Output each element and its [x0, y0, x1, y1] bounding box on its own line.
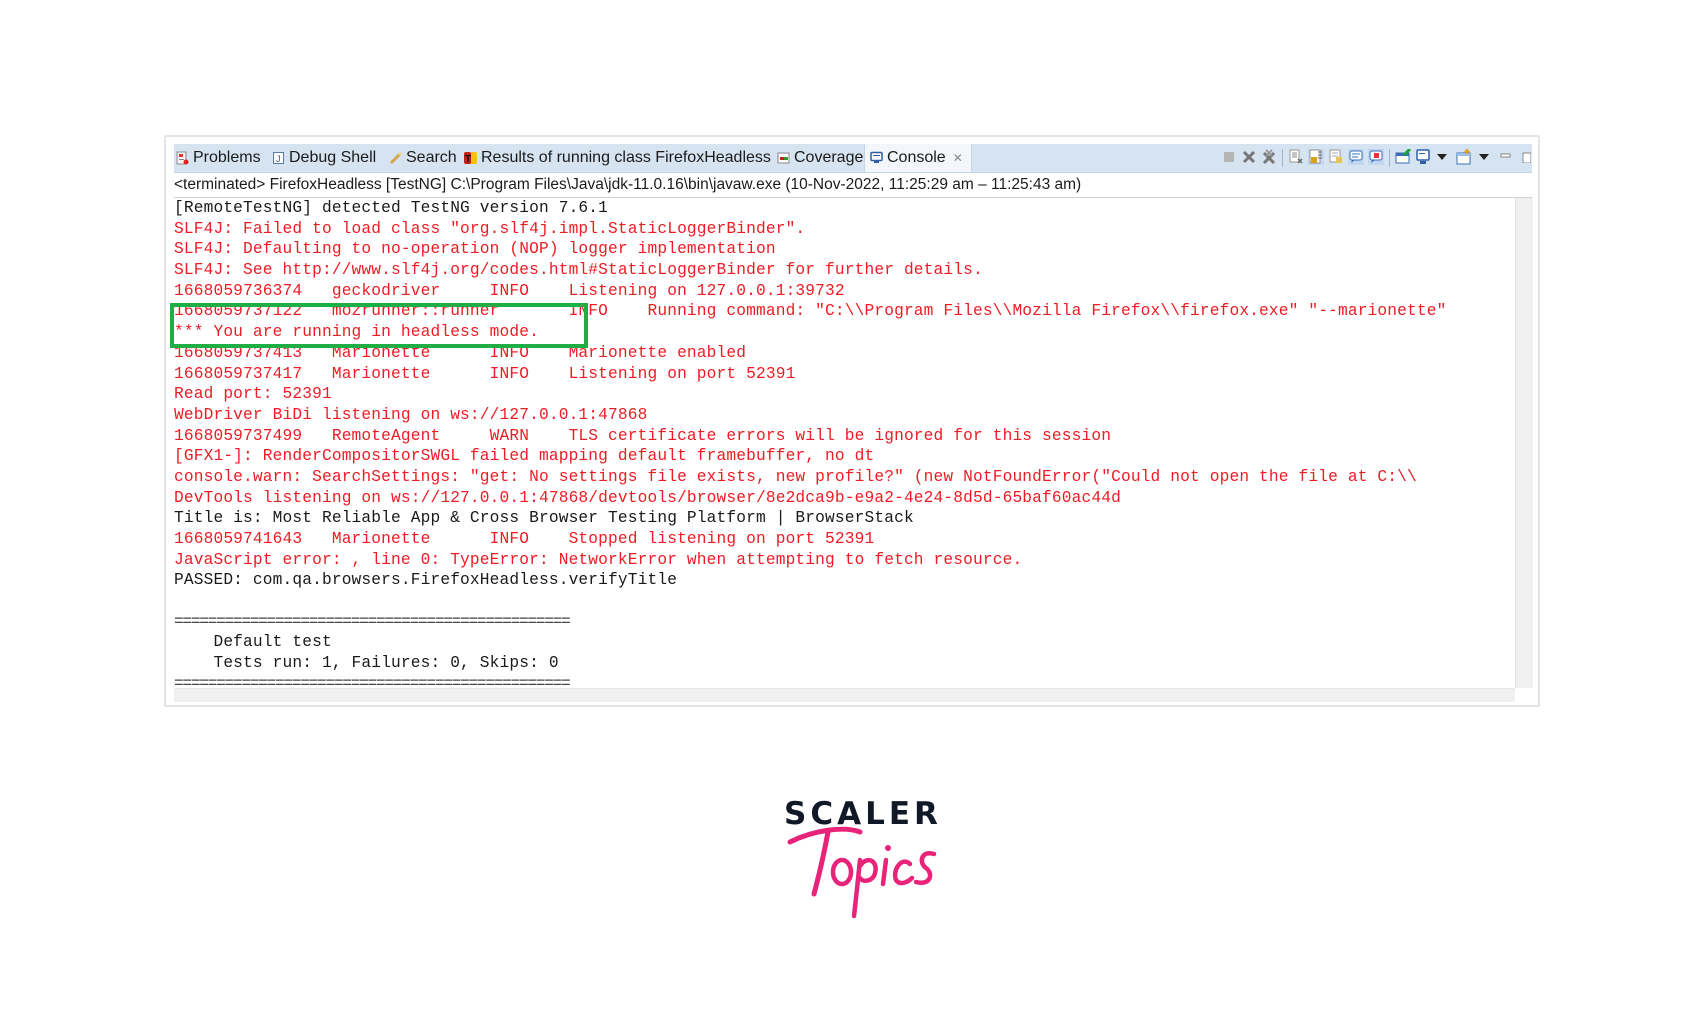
- horizontal-scrollbar[interactable]: [174, 688, 1515, 702]
- minimize-icon[interactable]: [1498, 149, 1514, 165]
- tab-debug-shell[interactable]: J Debug Shell: [272, 144, 376, 172]
- debug-shell-icon: J: [272, 151, 285, 165]
- console-line: SLF4J: Failed to load class "org.slf4j.i…: [174, 219, 806, 238]
- console-icon: [870, 151, 883, 165]
- tab-label: Problems: [193, 149, 261, 166]
- display-console-icon[interactable]: [1415, 149, 1431, 165]
- logo-topics-script: [787, 826, 937, 919]
- launch-status-line: <terminated> FirefoxHeadless [TestNG] C:…: [174, 173, 1532, 198]
- show-on-stdout-icon[interactable]: [1348, 149, 1364, 165]
- scroll-lock-icon[interactable]: [1308, 149, 1324, 165]
- tab-label: Results of running class FirefoxHeadless: [481, 149, 771, 166]
- terminate-icon[interactable]: [1221, 149, 1237, 165]
- svg-text:J: J: [276, 154, 281, 164]
- tab-problems[interactable]: Problems: [176, 144, 261, 172]
- pin-console-icon[interactable]: [1395, 149, 1411, 165]
- testng-results-icon: T: [464, 151, 477, 165]
- vertical-scrollbar[interactable]: [1515, 198, 1533, 688]
- toolbar-separator: [1389, 149, 1390, 167]
- console-output[interactable]: [RemoteTestNG] detected TestNG version 7…: [174, 198, 1515, 688]
- console-line: DevTools listening on ws://127.0.0.1:478…: [174, 488, 1121, 507]
- scaler-topics-logo: SCALER: [784, 796, 944, 919]
- open-console-icon[interactable]: [1456, 149, 1472, 165]
- console-separator-line: ========================================…: [174, 612, 571, 631]
- tab-console[interactable]: Console ✕: [864, 144, 972, 172]
- view-tab-bar: Problems J Debug Shell Search T Results …: [174, 144, 1532, 173]
- console-line: Read port: 52391: [174, 385, 332, 404]
- console-line: [RemoteTestNG] detected TestNG version 7…: [174, 199, 609, 217]
- tab-label: Console: [887, 149, 946, 166]
- console-line: [GFX1-]: RenderCompositorSWGL failed map…: [174, 447, 875, 466]
- remove-all-terminated-icon[interactable]: [1261, 149, 1277, 165]
- clear-console-icon[interactable]: [1288, 149, 1304, 165]
- console-view-panel: Problems J Debug Shell Search T Results …: [164, 135, 1540, 707]
- tab-testng-results[interactable]: T Results of running class FirefoxHeadle…: [464, 144, 771, 172]
- tab-search[interactable]: Search: [389, 144, 457, 172]
- console-line: 1668059737499 RemoteAgent WARN TLS certi…: [174, 426, 1112, 445]
- open-console-dropdown-icon[interactable]: [1476, 149, 1492, 165]
- problems-icon: [176, 151, 189, 165]
- console-line: PASSED: com.qa.browsers.FirefoxHeadless.…: [174, 571, 678, 590]
- toolbar-separator: [1282, 149, 1283, 167]
- tab-label: Coverage: [794, 149, 864, 166]
- console-line: SLF4J: See http://www.slf4j.org/codes.ht…: [174, 261, 983, 280]
- maximize-icon[interactable]: [1518, 149, 1534, 165]
- coverage-icon: [777, 151, 790, 165]
- tab-label: Search: [406, 149, 457, 166]
- console-line: console.warn: SearchSettings: "get: No s…: [174, 467, 1417, 486]
- word-wrap-icon[interactable]: [1328, 149, 1344, 165]
- tab-coverage[interactable]: Coverage: [777, 144, 863, 172]
- display-console-dropdown-icon[interactable]: [1434, 149, 1450, 165]
- remove-launch-icon[interactable]: [1241, 149, 1257, 165]
- svg-text:T: T: [465, 154, 471, 165]
- console-line: 1668059741643 Marionette INFO Stopped li…: [174, 530, 875, 548]
- headless-mode-highlight: [170, 303, 588, 348]
- console-line: JavaScript error: , line 0: TypeError: N…: [174, 550, 1023, 569]
- show-on-stderr-icon[interactable]: [1368, 149, 1384, 165]
- console-line: SLF4J: Defaulting to no-operation (NOP) …: [174, 240, 776, 259]
- console-separator-line: ========================================…: [174, 674, 571, 688]
- console-line: WebDriver BiDi listening on ws://127.0.0…: [174, 405, 648, 424]
- search-icon: [389, 151, 402, 165]
- console-line: 1668059736374 geckodriver INFO Listening…: [174, 281, 845, 300]
- console-line: Default test: [174, 633, 332, 652]
- console-line: Tests run: 1, Failures: 0, Skips: 0: [174, 654, 559, 673]
- console-line: 1668059737417 Marionette INFO Listening …: [174, 364, 796, 383]
- console-line: Title is: Most Reliable App & Cross Brow…: [174, 509, 914, 528]
- tab-label: Debug Shell: [289, 149, 377, 166]
- close-tab-icon[interactable]: ✕: [953, 151, 963, 165]
